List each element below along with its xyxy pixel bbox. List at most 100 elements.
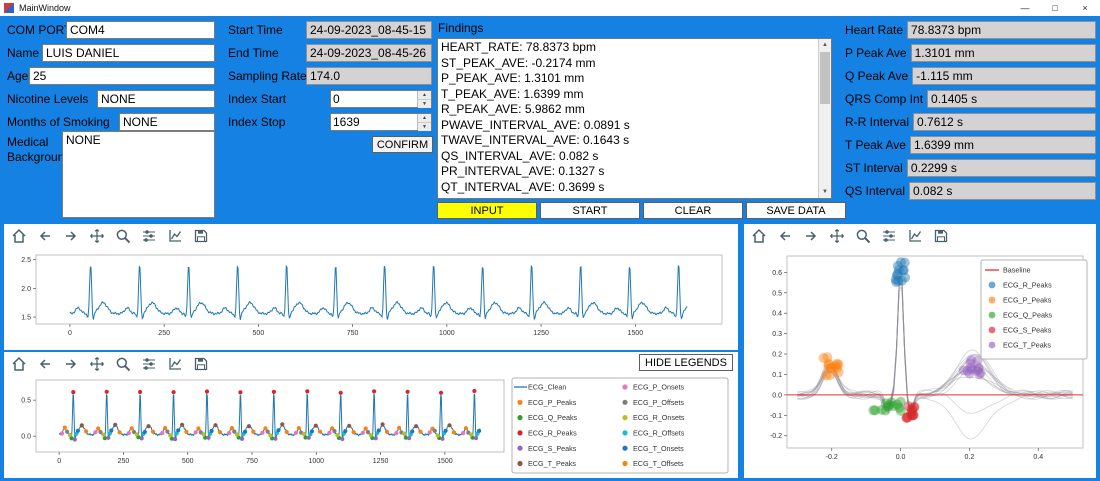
findings-button-input[interactable]: INPUT [437, 202, 537, 219]
spin-down-icon[interactable]: ▼ [418, 123, 431, 131]
home-button[interactable] [9, 354, 29, 374]
hide-legends-button[interactable]: HIDE LEGENDS [639, 354, 733, 371]
metric-row-t-peak-ave: T Peak Ave1.6399 mm [845, 136, 1096, 154]
scroll-down-icon[interactable]: ▼ [819, 186, 831, 198]
svg-text:1.5: 1.5 [21, 315, 31, 322]
spin-down-icon[interactable]: ▼ [418, 100, 431, 108]
ecg-t-offsets-marker [251, 430, 255, 434]
metric-value: 1.6399 mm [910, 136, 1096, 154]
forward-button[interactable] [61, 226, 81, 246]
ecg-t-onsets-marker [76, 429, 80, 433]
ecg-r-onsets-marker [469, 433, 473, 437]
zoom-icon [115, 228, 131, 244]
svg-text:ECG_R_Onsets: ECG_R_Onsets [633, 413, 685, 422]
form-input-name[interactable] [42, 44, 215, 62]
clean-ecg-chart[interactable]: 02505007501000125015000.00.5ECG_CleanECG… [6, 376, 732, 476]
svg-text:ECG_Clean: ECG_Clean [528, 383, 566, 392]
findings-title: Findings [438, 21, 483, 35]
subplots-icon [881, 228, 897, 244]
pan-button[interactable] [87, 354, 107, 374]
save-icon [193, 356, 209, 372]
subplots-button[interactable] [139, 226, 159, 246]
back-button[interactable] [35, 354, 55, 374]
subplots-button[interactable] [879, 226, 899, 246]
ecg-p-peaks-point [833, 360, 843, 370]
ecg-t-peaks-marker [347, 424, 351, 428]
ecg-r-peaks-marker [71, 390, 75, 394]
forward-button[interactable] [801, 226, 821, 246]
ecg-p-onsets-marker [93, 430, 97, 434]
forward-button[interactable] [61, 354, 81, 374]
scroll-up-icon[interactable]: ▲ [819, 39, 831, 51]
ecg-p-onsets-marker [428, 430, 432, 434]
metric-value: -1.115 mm [912, 67, 1096, 85]
save-button[interactable] [191, 354, 211, 374]
zoom-button[interactable] [113, 226, 133, 246]
customize-icon [167, 228, 183, 244]
form-input-nicotine-levels[interactable] [97, 90, 215, 108]
metric-value: 0.7612 s [913, 113, 1096, 131]
ecg-p-offsets-marker [266, 430, 270, 434]
ecg-p-peaks-point [821, 370, 831, 380]
ecg-r-peaks-marker [305, 389, 309, 393]
scrollbar-thumb[interactable] [820, 52, 830, 104]
ecg-s-peaks-marker [206, 436, 210, 440]
ecg-t-onsets-marker [176, 428, 180, 432]
save-button[interactable] [191, 226, 211, 246]
pan-button[interactable] [827, 226, 847, 246]
home-icon [11, 228, 27, 244]
customize-button[interactable] [905, 226, 925, 246]
svg-text:-0.2: -0.2 [826, 454, 838, 461]
save-icon [193, 228, 209, 244]
ecg-r-peaks-marker [238, 390, 242, 394]
maximize-button[interactable]: □ [1040, 0, 1070, 16]
ecg-r-onsets-marker [135, 432, 139, 436]
zoom-button[interactable] [853, 226, 873, 246]
ecg-r-onsets-marker [68, 433, 72, 437]
svg-text:ECG_R_Offsets: ECG_R_Offsets [633, 429, 685, 438]
ecg-p-onsets-marker [60, 431, 64, 435]
findings-text: HEART_RATE: 78.8373 bpmST_PEAK_AVE: -0.2… [441, 40, 815, 197]
ecg-r-onsets-marker [268, 433, 272, 437]
metric-label: Q Peak Ave [845, 67, 912, 85]
zoom-icon [115, 356, 131, 372]
home-button[interactable] [749, 226, 769, 246]
beat-overlay-chart[interactable]: -0.20.00.20.40.60.50.40.30.20.10.0-0.1-0… [745, 250, 1093, 476]
minimize-button[interactable]: — [1010, 0, 1040, 16]
medical-background-input[interactable]: NONE [62, 131, 215, 218]
customize-button[interactable] [165, 226, 185, 246]
svg-text:0.4: 0.4 [1033, 454, 1043, 461]
confirm-button[interactable]: CONFIRM [372, 136, 433, 153]
ecg-s-peaks-point [910, 402, 920, 412]
ecg-r-peaks-marker [172, 390, 176, 394]
ecg-r-peaks-marker [272, 390, 276, 394]
back-button[interactable] [35, 226, 55, 246]
ecg-p-onsets-marker [127, 431, 131, 435]
findings-scrollbar[interactable]: ▲ ▼ [818, 39, 831, 198]
ecg-t-offsets-marker [285, 430, 289, 434]
spinner-input-index-stop[interactable] [331, 114, 417, 130]
spin-up-icon[interactable]: ▲ [418, 91, 431, 100]
metric-value: 1.3101 mm [911, 44, 1096, 62]
findings-button-clear[interactable]: CLEAR [643, 202, 743, 219]
findings-button-save-data[interactable]: SAVE DATA [746, 202, 846, 219]
svg-text:0.1: 0.1 [772, 372, 782, 379]
subplots-button[interactable] [139, 354, 159, 374]
home-button[interactable] [9, 226, 29, 246]
raw-ecg-chart[interactable]: 02505007501000125015001.52.02.5 [6, 250, 732, 348]
spinner-input-index-start[interactable] [331, 91, 417, 107]
form-input-months-of-smoking[interactable] [119, 113, 215, 131]
customize-button[interactable] [165, 354, 185, 374]
back-icon [37, 356, 53, 372]
zoom-button[interactable] [113, 354, 133, 374]
form-input-com-port[interactable] [66, 21, 215, 39]
save-button[interactable] [931, 226, 951, 246]
ecg-s-peaks-marker [173, 437, 177, 441]
ecg-t-offsets-marker [318, 430, 322, 434]
findings-button-start[interactable]: START [540, 202, 640, 219]
pan-button[interactable] [87, 226, 107, 246]
form-input-age[interactable] [29, 67, 215, 85]
spin-up-icon[interactable]: ▲ [418, 114, 431, 123]
close-button[interactable]: × [1070, 0, 1100, 16]
back-button[interactable] [775, 226, 795, 246]
